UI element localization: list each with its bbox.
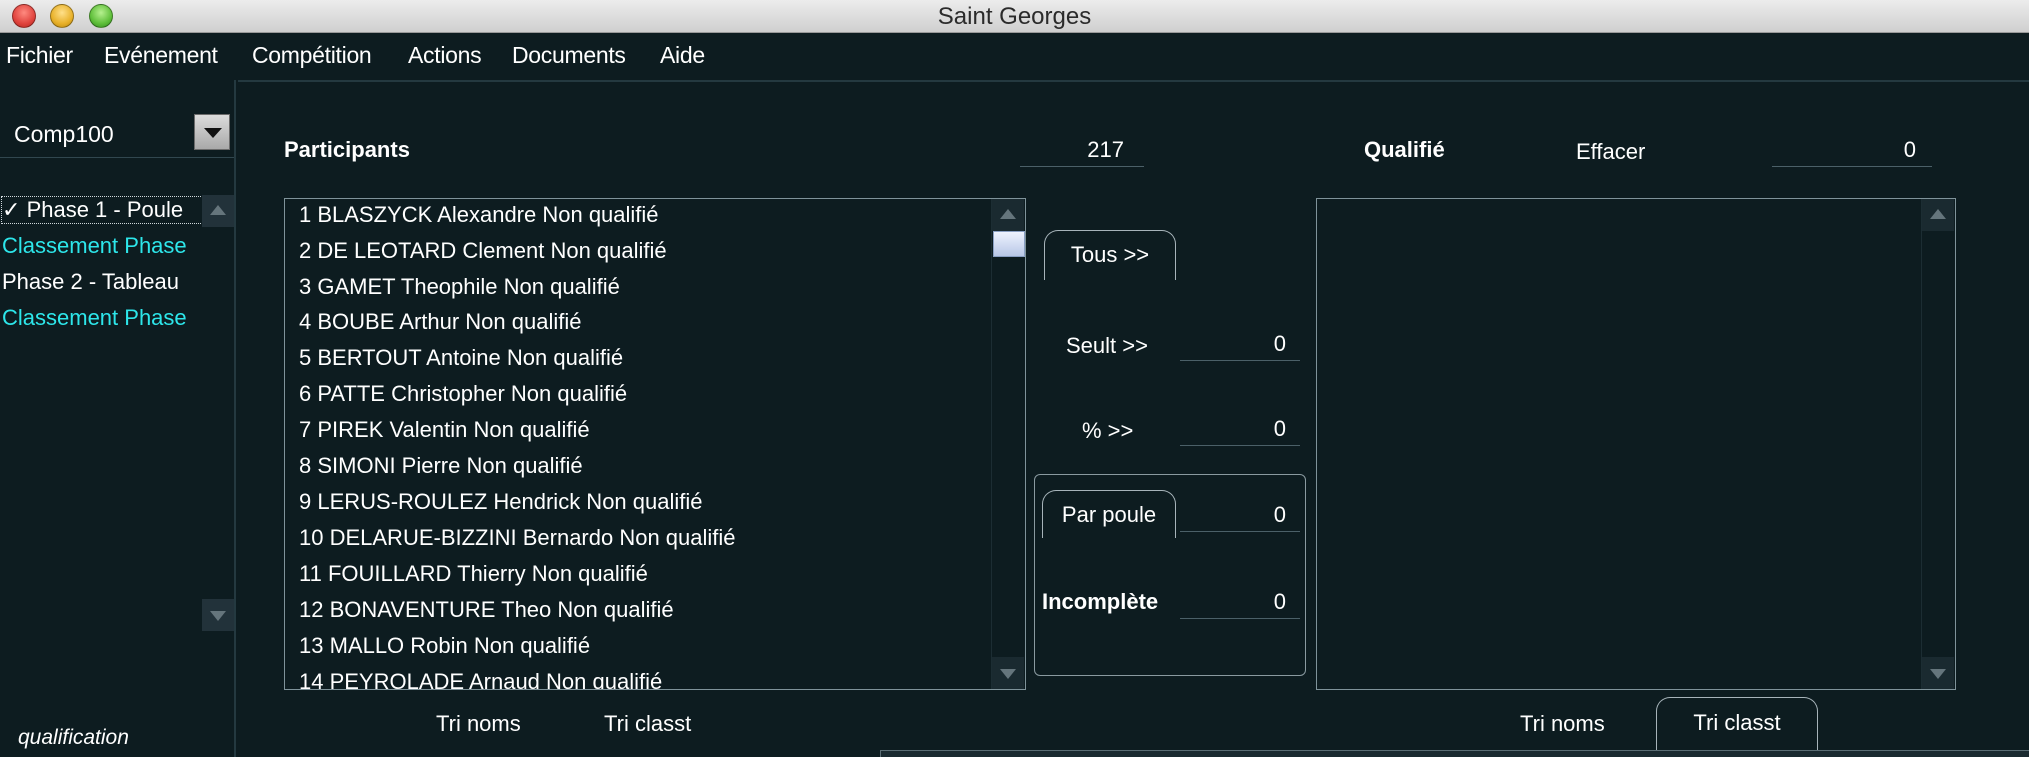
bottom-panel-edge [880, 750, 2029, 757]
per-pool-button[interactable]: Par poule [1042, 490, 1176, 538]
scroll-up-arrow-icon[interactable] [992, 199, 1024, 231]
list-item[interactable]: 10 DELARUE-BIZZINI Bernardo Non qualifié [299, 525, 736, 551]
participants-sort-names-button[interactable]: Tri noms [436, 711, 521, 737]
competition-select-value[interactable]: Comp100 [14, 121, 114, 148]
participants-sort-rank-button[interactable]: Tri classt [604, 711, 691, 737]
all-button[interactable]: Tous >> [1044, 230, 1176, 280]
list-item[interactable]: 12 BONAVENTURE Theo Non qualifié [299, 597, 674, 623]
menu-competition[interactable]: Compétition [252, 42, 372, 69]
participants-list[interactable]: 1 BLASZYCK Alexandre Non qualifié 2 DE L… [284, 198, 1026, 690]
scroll-up-arrow-icon[interactable] [1922, 199, 1954, 231]
threshold-button[interactable]: Seult >> [1066, 333, 1148, 359]
divider [0, 157, 234, 158]
list-item[interactable]: 5 BERTOUT Antoine Non qualifié [299, 345, 623, 371]
menu-evenement[interactable]: Evénement [104, 42, 218, 69]
menu-documents[interactable]: Documents [512, 42, 626, 69]
phase-item-3[interactable]: Phase 2 - Tableau [2, 269, 202, 295]
list-item[interactable]: 14 PEYROLADE Arnaud Non qualifié [299, 669, 662, 689]
list-item[interactable]: 7 PIREK Valentin Non qualifié [299, 417, 590, 443]
list-item[interactable]: 6 PATTE Christopher Non qualifié [299, 381, 627, 407]
qualified-sort-rank-button[interactable]: Tri classt [1656, 697, 1818, 757]
menu-aide[interactable]: Aide [660, 42, 705, 69]
scroll-up-arrow-icon[interactable] [202, 195, 234, 227]
qualification-label: qualification [18, 726, 129, 749]
qualified-title: Qualifié [1364, 137, 1445, 162]
window-title: Saint Georges [937, 3, 1092, 30]
scroll-thumb[interactable] [993, 231, 1025, 257]
qualified-sort-names-button[interactable]: Tri noms [1520, 711, 1605, 737]
phase-item-label: Phase 1 - Poule [26, 197, 184, 222]
list-item[interactable]: 1 BLASZYCK Alexandre Non qualifié [299, 202, 659, 228]
title-bar: Saint Georges [0, 0, 2029, 33]
per-pool-field[interactable]: 0 [1180, 498, 1300, 532]
phase-item-4[interactable]: Classement Phase [2, 305, 202, 331]
qualified-scrollbar[interactable] [1921, 199, 1955, 689]
list-item[interactable]: 2 DE LEOTARD Clement Non qualifié [299, 238, 667, 264]
list-item[interactable]: 3 GAMET Theophile Non qualifié [299, 274, 620, 300]
participants-title: Participants [284, 137, 410, 162]
list-item[interactable]: 13 MALLO Robin Non qualifié [299, 633, 590, 659]
clear-button[interactable]: Effacer [1576, 139, 1645, 165]
check-icon: ✓ [2, 197, 21, 222]
menu-actions[interactable]: Actions [408, 42, 482, 69]
percent-field[interactable]: 0 [1180, 412, 1300, 446]
menu-bar: Fichier Evénement Compétition Actions Do… [0, 34, 2029, 80]
sidebar-scrollbar[interactable] [202, 195, 234, 631]
list-item[interactable]: 4 BOUBE Arthur Non qualifié [299, 309, 581, 335]
qualified-list[interactable] [1316, 198, 1956, 690]
phase-item-1[interactable]: ✓ Phase 1 - Poule [1, 196, 203, 224]
participants-count: 217 [1020, 133, 1144, 167]
phase-item-2[interactable]: Classement Phase [2, 233, 202, 259]
participants-scrollbar[interactable] [991, 199, 1025, 689]
competition-dropdown-button[interactable] [194, 114, 230, 150]
scroll-down-arrow-icon[interactable] [202, 599, 234, 631]
percent-button[interactable]: % >> [1082, 418, 1133, 444]
menu-fichier[interactable]: Fichier [6, 42, 73, 69]
sidebar [0, 80, 236, 757]
incomplete-field[interactable]: 0 [1180, 585, 1300, 619]
qualified-count: 0 [1772, 133, 1932, 167]
scroll-down-arrow-icon[interactable] [992, 657, 1024, 689]
incomplete-label: Incomplète [1042, 589, 1159, 614]
scroll-down-arrow-icon[interactable] [1922, 657, 1954, 689]
threshold-field[interactable]: 0 [1180, 327, 1300, 361]
list-item[interactable]: 8 SIMONI Pierre Non qualifié [299, 453, 583, 479]
list-item[interactable]: 9 LERUS-ROULEZ Hendrick Non qualifié [299, 489, 703, 515]
list-item[interactable]: 11 FOUILLARD Thierry Non qualifié [299, 561, 648, 587]
